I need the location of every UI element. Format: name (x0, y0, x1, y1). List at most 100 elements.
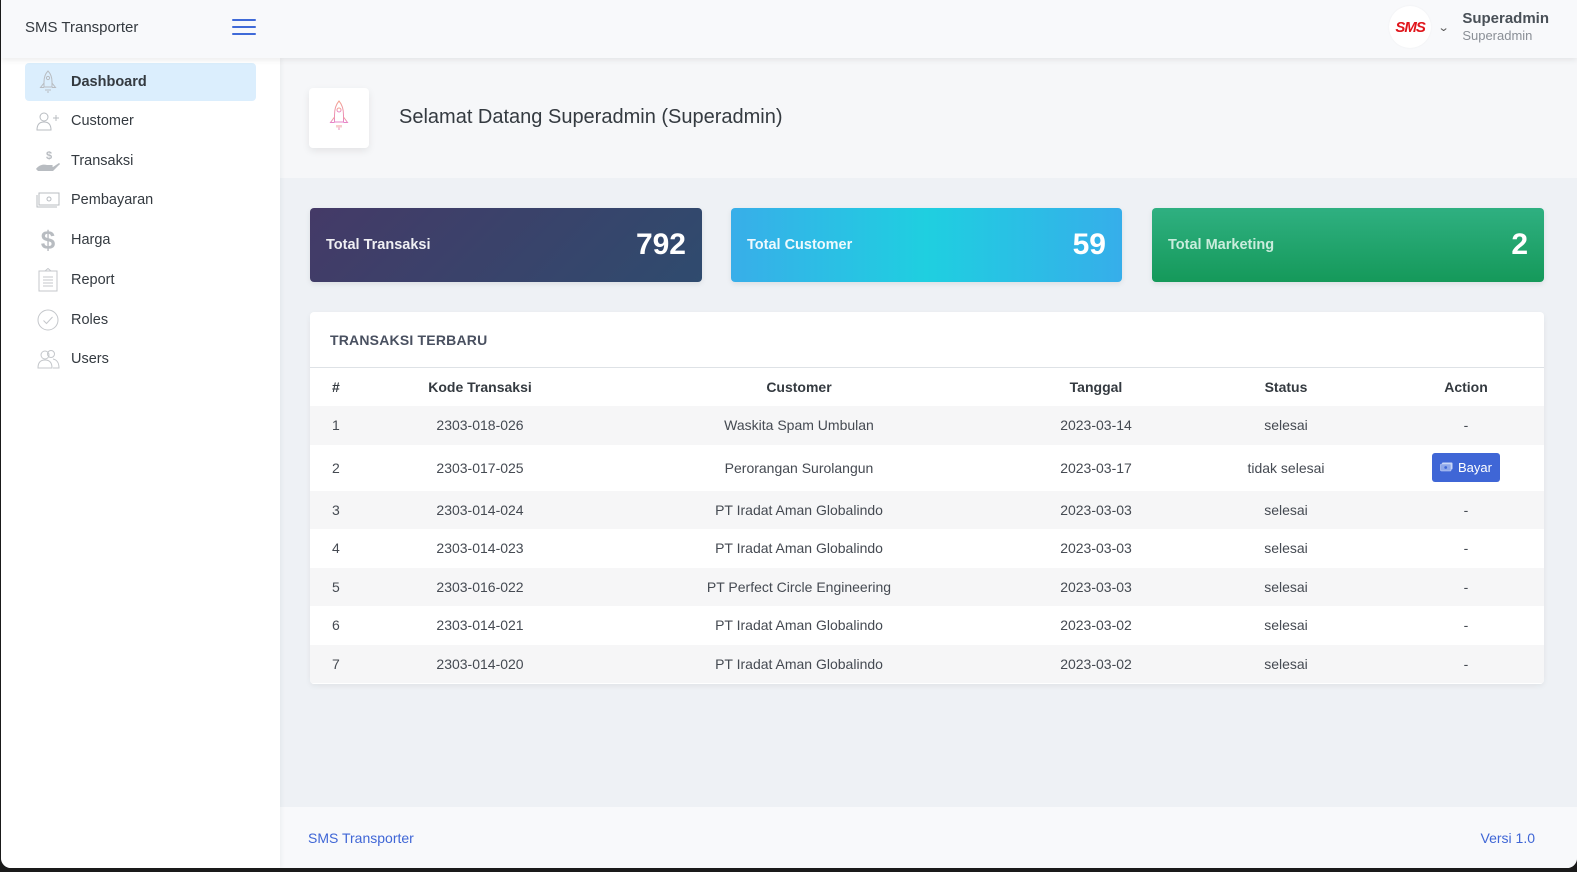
tanggal-cell: 2023-03-02 (1060, 617, 1132, 634)
tanggal-cell: 2023-03-14 (1060, 417, 1132, 434)
column-header: # (332, 379, 340, 395)
title-icon-box (309, 88, 369, 148)
sidebar-item-harga[interactable]: $ Harga (25, 221, 256, 259)
row-number: 1 (332, 417, 340, 434)
column-header: Action (1444, 379, 1488, 395)
column-header: Status (1264, 379, 1308, 395)
page-title-bar: Selamat Datang Superadmin (Superadmin) (280, 58, 1577, 178)
sidebar-item-transaksi[interactable]: $ Transaksi (25, 142, 256, 180)
sidebar-item-label: Report (71, 272, 115, 288)
sms-logo: SMS (1395, 18, 1425, 36)
sidebar-item-label: Customer (71, 113, 134, 129)
tanggal-cell: 2023-03-03 (1060, 578, 1132, 595)
kode-transaksi-cell: 2303-017-025 (436, 459, 524, 476)
avatar[interactable]: SMS (1389, 6, 1432, 48)
table-row: 6 2303-014-021 PT Iradat Aman Globalindo 20… (310, 606, 1544, 645)
main-content: Selamat Datang Superadmin (Superadmin) T… (280, 58, 1577, 868)
sidebar: Dashboard Customer $ Transaksi Pembayara… (1, 58, 280, 868)
kode-transaksi-cell: 2303-014-021 (436, 617, 524, 634)
action-cell: Bayar (1388, 445, 1544, 491)
stat-label: Total Customer (747, 237, 853, 253)
user-name: Superadmin (1462, 9, 1549, 27)
row-number: 2 (332, 459, 340, 476)
customer-cell: Waskita Spam Umbulan (724, 417, 874, 434)
tanggal-cell: 2023-03-03 (1060, 501, 1132, 518)
dollar-icon: $ (40, 224, 56, 255)
chevron-down-icon[interactable]: ⌄ (1438, 21, 1450, 34)
sidebar-item-label: Transaksi (71, 153, 134, 169)
top-header: SMS Transporter SMS ⌄ Superadmin Superad… (1, 0, 1577, 58)
brand-title: SMS Transporter (25, 19, 139, 36)
money-icon (1440, 460, 1453, 475)
action-cell: - (1463, 417, 1469, 434)
table-row: 4 2303-014-023 PT Iradat Aman Globalindo 20… (310, 529, 1544, 568)
stat-value: 792 (635, 228, 686, 261)
recent-transactions-card: TRANSAKSI TERBARU # Kode Transaksi Custo… (310, 312, 1544, 684)
column-header: Customer (766, 379, 832, 395)
stat-label: Total Marketing (1168, 237, 1275, 253)
hamburger-menu-icon[interactable] (232, 19, 256, 35)
action-cell: - (1463, 578, 1469, 595)
table-row: 3 2303-014-024 PT Iradat Aman Globalindo 20… (310, 490, 1544, 529)
user-plus-icon (25, 111, 71, 131)
status-cell: selesai (1264, 501, 1308, 518)
row-number: 7 (332, 655, 340, 672)
bayar-button[interactable]: Bayar (1432, 453, 1500, 482)
hand-dollar-icon: $ (25, 149, 71, 173)
column-header: Kode Transaksi (428, 379, 532, 395)
transactions-table: # Kode Transaksi Customer Tanggal Status… (310, 368, 1544, 683)
table-header-row: # Kode Transaksi Customer Tanggal Status… (310, 368, 1544, 406)
check-circle-icon (25, 309, 71, 331)
user-menu[interactable]: SMS ⌄ Superadmin Superadmin (1389, 6, 1549, 48)
kode-transaksi-cell: 2303-018-026 (436, 417, 524, 434)
sidebar-item-report[interactable]: Report (25, 261, 256, 299)
stat-card-total-customer: Total Customer 59 (731, 208, 1122, 282)
app-window: SMS Transporter SMS ⌄ Superadmin Superad… (1, 0, 1577, 868)
status-cell: selesai (1264, 417, 1308, 434)
status-cell: selesai (1264, 655, 1308, 672)
sidebar-item-label: Roles (71, 312, 109, 328)
sidebar-item-users[interactable]: Users (25, 340, 256, 378)
status-cell: selesai (1264, 578, 1308, 595)
stat-label: Total Transaksi (326, 237, 431, 253)
status-cell: tidak selesai (1247, 459, 1325, 476)
user-role: Superadmin (1462, 28, 1533, 44)
sidebar-item-pembayaran[interactable]: Pembayaran (25, 181, 256, 219)
stat-card-total-marketing: Total Marketing 2 (1152, 208, 1544, 282)
sidebar-item-roles[interactable]: Roles (25, 301, 256, 339)
row-number: 4 (332, 540, 340, 557)
status-cell: selesai (1264, 540, 1308, 557)
customer-cell: PT Perfect Circle Engineering (706, 578, 892, 595)
tanggal-cell: 2023-03-02 (1060, 655, 1132, 672)
page-title: Selamat Datang Superadmin (Superadmin) (399, 106, 783, 128)
sidebar-item-label: Dashboard (71, 74, 147, 90)
footer: SMS Transporter Versi 1.0 (280, 807, 1577, 868)
stat-card-total-transaksi: Total Transaksi 792 (310, 208, 702, 282)
tanggal-cell: 2023-03-03 (1060, 540, 1132, 557)
table-row: 1 2303-018-026 Waskita Spam Umbulan 2023-03… (310, 406, 1544, 445)
sidebar-item-label: Users (71, 351, 109, 367)
sidebar-item-customer[interactable]: Customer (25, 102, 256, 140)
cash-icon (25, 191, 71, 209)
kode-transaksi-cell: 2303-014-020 (436, 655, 524, 672)
row-number: 6 (332, 617, 340, 634)
footer-version-link[interactable]: Versi 1.0 (1481, 830, 1535, 846)
customer-cell: PT Iradat Aman Globalindo (715, 501, 883, 518)
sidebar-item-dashboard[interactable]: Dashboard (25, 63, 256, 101)
table-row: 5 2303-016-022 PT Perfect Circle Engineeri… (310, 567, 1544, 606)
customer-cell: PT Iradat Aman Globalindo (715, 540, 883, 557)
action-cell: - (1463, 617, 1469, 634)
kode-transaksi-cell: 2303-016-022 (436, 578, 524, 595)
svg-text:$: $ (46, 150, 52, 162)
rocket-icon (25, 70, 71, 94)
column-header: Tanggal (1069, 379, 1123, 395)
sidebar-item-label: Pembayaran (71, 192, 154, 208)
stat-value: 59 (1072, 228, 1106, 261)
action-cell: - (1463, 501, 1469, 518)
action-cell: - (1463, 655, 1469, 672)
clipboard-icon (25, 268, 71, 292)
footer-brand-link[interactable]: SMS Transporter (308, 830, 414, 846)
user-info: Superadmin Superadmin (1462, 9, 1549, 45)
rocket-icon (329, 99, 349, 137)
customer-cell: Perorangan Surolangun (724, 459, 874, 476)
